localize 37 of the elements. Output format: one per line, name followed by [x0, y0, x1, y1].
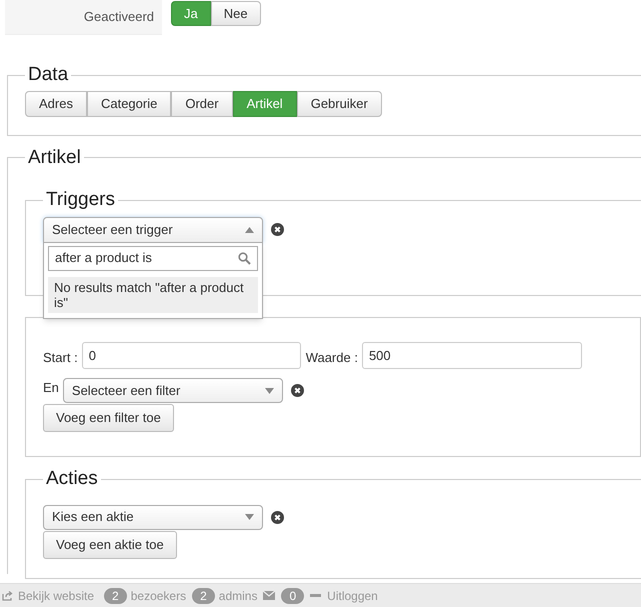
remove-icon[interactable]: [271, 223, 284, 236]
caret-up-icon: [245, 226, 254, 232]
field-label: En: [43, 379, 59, 397]
field-label: Waarde :: [306, 348, 358, 367]
remove-icon[interactable]: [290, 384, 304, 397]
search-icon: [238, 252, 251, 264]
action-select[interactable]: Kies een aktie: [43, 504, 263, 530]
mail-icon: [263, 591, 276, 600]
caret-down-icon: [264, 388, 274, 394]
search-field[interactable]: after a product is: [48, 246, 258, 270]
field-label: Start :: [43, 348, 78, 367]
caret-down-icon: [245, 514, 254, 520]
data-tab[interactable]: Adres: [25, 90, 87, 116]
section-title: Artikel: [27, 146, 82, 170]
data-tab[interactable]: Categorie: [86, 90, 172, 116]
field-label: Geactiveerd: [84, 8, 154, 26]
remove-icon[interactable]: [271, 510, 284, 524]
input-field[interactable]: 500: [362, 342, 582, 369]
filter-select[interactable]: Selecteer een filter: [62, 378, 283, 403]
data-tab[interactable]: Order: [171, 90, 233, 116]
no-results-message: No results match "after a product is": [48, 276, 258, 312]
add-filter-button[interactable]: Voeg een filter toe: [43, 404, 174, 432]
count-badge: 2: [192, 588, 215, 604]
count-badge: 0: [281, 588, 304, 604]
share-icon: [2, 590, 14, 600]
trigger-select[interactable]: Selecteer een trigger: [43, 216, 263, 242]
add-action-button[interactable]: Voeg een aktie toe: [43, 530, 177, 558]
visitors-label: bezoekers: [130, 588, 186, 604]
toggle-option[interactable]: Nee: [210, 1, 261, 26]
subsection-title: Acties: [45, 467, 99, 491]
input-field[interactable]: 0: [82, 342, 301, 369]
section-title: Data: [27, 63, 70, 87]
minus-icon: [310, 594, 322, 597]
subsection-title: Triggers: [45, 188, 116, 212]
count-badge: 2: [104, 588, 127, 604]
admins-label: admins: [218, 588, 258, 604]
data-tab[interactable]: Gebruiker: [296, 90, 382, 116]
